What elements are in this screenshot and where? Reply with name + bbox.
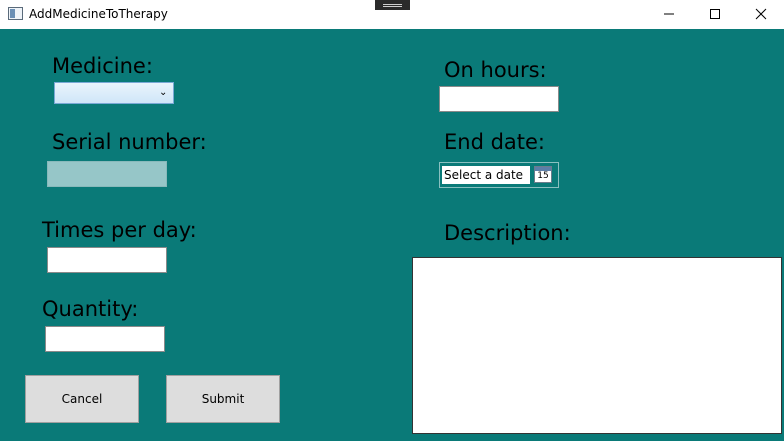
on-hours-label: On hours: xyxy=(444,58,547,82)
calendar-day-number: 15 xyxy=(537,171,549,181)
submit-button[interactable]: Submit xyxy=(166,375,280,423)
end-date-picker[interactable]: Select a date 15 xyxy=(439,162,559,188)
maximize-icon xyxy=(710,9,720,19)
app-window-icon xyxy=(8,7,23,20)
close-icon xyxy=(755,8,767,20)
medicine-label: Medicine: xyxy=(52,54,153,78)
window-title: AddMedicineToTherapy xyxy=(29,7,168,21)
quantity-label: Quantity: xyxy=(42,297,139,321)
end-date-input[interactable]: Select a date xyxy=(442,166,530,184)
serial-number-label: Serial number: xyxy=(52,130,207,154)
end-date-label: End date: xyxy=(444,130,546,154)
close-button[interactable] xyxy=(738,0,784,29)
quantity-input[interactable] xyxy=(45,326,165,352)
calendar-icon[interactable]: 15 xyxy=(534,166,552,183)
minimize-button[interactable] xyxy=(646,0,692,29)
title-bar: AddMedicineToTherapy xyxy=(0,0,784,29)
on-hours-input[interactable] xyxy=(439,86,559,112)
chevron-down-icon: ⌄ xyxy=(159,87,168,98)
maximize-button[interactable] xyxy=(692,0,738,29)
serial-number-field xyxy=(47,161,167,187)
description-label: Description: xyxy=(444,221,571,245)
times-per-day-label: Times per day: xyxy=(42,218,197,242)
description-textarea[interactable] xyxy=(412,257,782,434)
medicine-dropdown[interactable]: ⌄ xyxy=(54,82,174,104)
cancel-button[interactable]: Cancel xyxy=(25,375,139,423)
times-per-day-input[interactable] xyxy=(47,247,167,273)
snap-grip-handle[interactable] xyxy=(375,0,410,10)
minimize-icon xyxy=(664,13,674,15)
